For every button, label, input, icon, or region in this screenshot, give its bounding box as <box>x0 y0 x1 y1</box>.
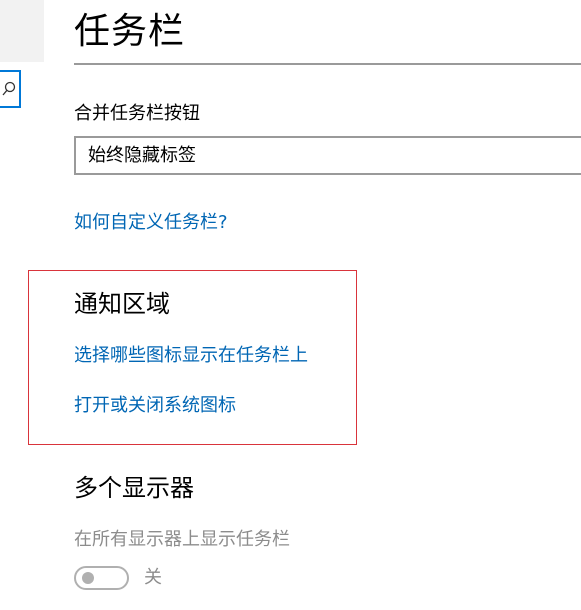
nav-item-selected-background[interactable] <box>0 0 44 62</box>
show-taskbar-all-displays-toggle[interactable] <box>74 566 129 590</box>
select-taskbar-icons-link[interactable]: 选择哪些图标显示在任务栏上 <box>74 344 308 368</box>
toggle-state-label: 关 <box>144 567 162 588</box>
page-title: 任务栏 <box>74 11 186 52</box>
toggle-knob <box>82 572 94 584</box>
search-icon[interactable] <box>2 81 16 97</box>
search-box[interactable] <box>0 70 21 108</box>
settings-page: 任务栏 合并任务栏按钮 始终隐藏标签 如何自定义任务栏? 通知区域 选择哪些图标… <box>0 0 581 610</box>
notification-area-heading: 通知区域 <box>74 290 170 318</box>
system-icons-toggle-link[interactable]: 打开或关闭系统图标 <box>74 394 236 418</box>
combine-buttons-label: 合并任务栏按钮 <box>74 103 200 124</box>
combine-buttons-selected-value: 始终隐藏标签 <box>88 145 196 166</box>
customize-taskbar-help-link[interactable]: 如何自定义任务栏? <box>74 211 228 235</box>
combine-buttons-dropdown[interactable]: 始终隐藏标签 <box>74 136 581 175</box>
title-divider <box>74 63 581 65</box>
multiple-displays-heading: 多个显示器 <box>74 474 194 502</box>
show-taskbar-all-displays-label: 在所有显示器上显示任务栏 <box>74 529 290 550</box>
